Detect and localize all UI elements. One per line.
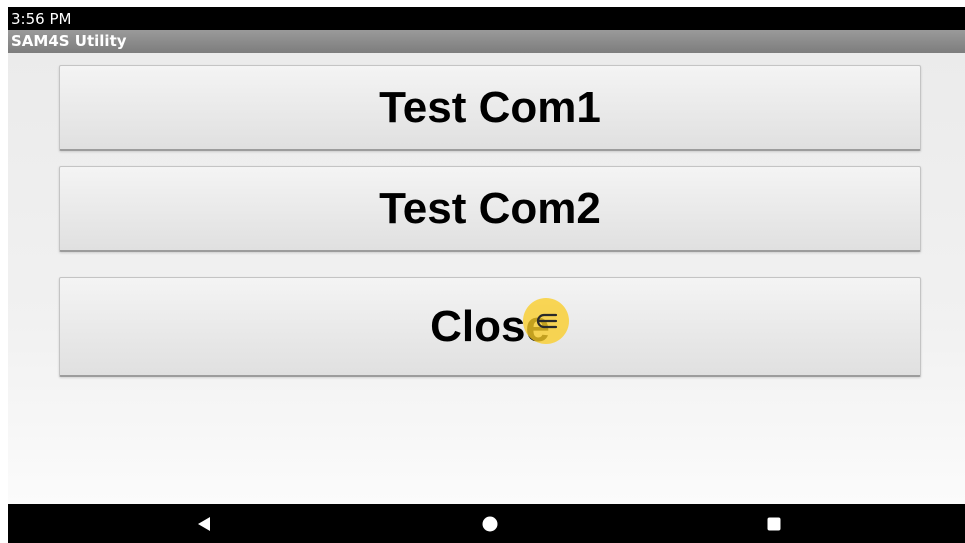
- recents-button[interactable]: [744, 504, 804, 543]
- recents-square-icon: [767, 517, 781, 530]
- close-button[interactable]: Close: [59, 277, 921, 377]
- close-button-label: Close: [430, 301, 550, 351]
- test-com1-button[interactable]: Test Com1: [59, 65, 921, 151]
- test-com2-button-label: Test Com2: [379, 183, 601, 233]
- title-bar: SAM4S Utility: [8, 30, 965, 53]
- navigation-bar: [8, 504, 965, 543]
- device-screen: 3:56 PM SAM4S Utility Test Com1 Test Com…: [8, 7, 965, 543]
- test-com1-button-label: Test Com1: [379, 82, 601, 132]
- test-com2-button[interactable]: Test Com2: [59, 166, 921, 252]
- app-title: SAM4S Utility: [11, 32, 127, 50]
- back-button[interactable]: [174, 504, 234, 543]
- status-bar: 3:56 PM: [8, 7, 965, 30]
- home-button[interactable]: [460, 504, 520, 543]
- status-time: 3:56 PM: [11, 10, 72, 28]
- main-content: Test Com1 Test Com2 Close: [8, 53, 965, 504]
- back-triangle-icon: [198, 516, 210, 531]
- home-circle-icon: [482, 516, 498, 531]
